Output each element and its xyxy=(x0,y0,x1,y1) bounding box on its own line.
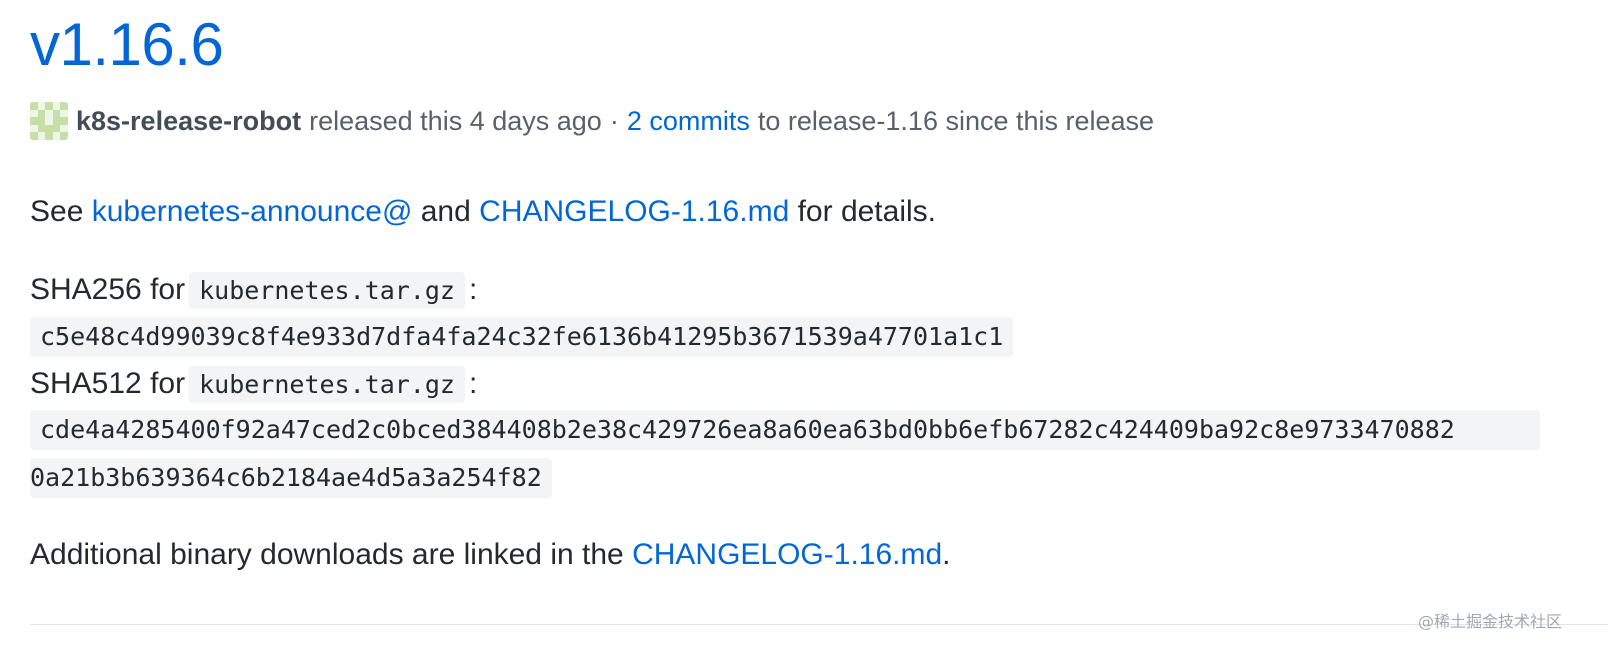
avatar-cell xyxy=(30,124,38,133)
sha256-colon: : xyxy=(468,273,478,306)
sha256-hash: c5e48c4d99039c8f4e933d7dfa4fa24c32fe6136… xyxy=(30,317,1014,357)
avatar-cell xyxy=(30,102,38,110)
changelog-link[interactable]: CHANGELOG-1.16.md xyxy=(479,195,789,228)
additional-paragraph: Additional binary downloads are linked i… xyxy=(30,535,951,575)
sha512-hash-line1: cde4a4285400f92a47ced2c0bced384408b2e38c… xyxy=(30,410,1540,450)
meta-separator: · xyxy=(609,105,619,136)
avatar-cell xyxy=(37,109,46,118)
release-meta: k8s-release-robot released this 4 days a… xyxy=(30,101,1154,141)
avatar-cell xyxy=(60,109,68,118)
and-text: and xyxy=(420,195,471,228)
sha512-hash-line2: 0a21b3b639364c6b2184ae4d5a3a254f82 xyxy=(30,458,552,498)
avatar-cell xyxy=(60,132,68,140)
avatar-cell xyxy=(60,102,68,110)
avatar-cell xyxy=(60,117,68,125)
avatar-cell xyxy=(60,124,68,133)
avatar-cell xyxy=(37,132,46,140)
avatar-cell xyxy=(45,117,53,125)
avatar-cell xyxy=(37,124,46,133)
details-suffix: for details. xyxy=(797,195,936,228)
author-link[interactable]: k8s-release-robot xyxy=(76,106,301,137)
commits-link[interactable]: 2 commits xyxy=(627,106,750,137)
avatar-cell xyxy=(52,102,61,110)
additional-changelog-link[interactable]: CHANGELOG-1.16.md xyxy=(632,538,942,571)
section-divider xyxy=(30,624,1608,625)
see-prefix: See xyxy=(30,195,84,228)
sha512-colon: : xyxy=(468,367,478,400)
sha512-file-code: kubernetes.tar.gz xyxy=(189,366,465,403)
sha256-prefix: SHA256 for xyxy=(30,273,186,306)
avatar-cell xyxy=(30,132,38,140)
released-text: released this 4 days ago xyxy=(309,105,602,136)
avatar-cell xyxy=(52,132,61,140)
avatar-cell xyxy=(30,117,38,125)
avatar-cell xyxy=(45,132,53,140)
avatar-cell xyxy=(45,109,53,118)
sha512-prefix: SHA512 for xyxy=(30,367,186,400)
sha256-label-line: SHA256 for kubernetes.tar.gz: xyxy=(30,270,477,311)
sha256-file-code: kubernetes.tar.gz xyxy=(189,272,465,309)
avatar-cell xyxy=(52,109,61,118)
see-paragraph: See kubernetes-announce@ and CHANGELOG-1… xyxy=(30,192,936,232)
avatar-cell xyxy=(30,109,38,118)
avatar-cell xyxy=(52,124,61,133)
avatar-cell xyxy=(52,117,61,125)
avatar-cell xyxy=(45,102,53,110)
release-title-link[interactable]: v1.16.6 xyxy=(30,10,224,80)
additional-prefix: Additional binary downloads are linked i… xyxy=(30,538,624,571)
avatar-cell xyxy=(37,102,46,110)
announce-link[interactable]: kubernetes-announce@ xyxy=(92,195,413,228)
commits-suffix: to release-1.16 since this release xyxy=(757,105,1155,136)
identicon-avatar[interactable] xyxy=(30,102,68,140)
avatar-cell xyxy=(45,124,53,133)
watermark: @稀土掘金技术社区 xyxy=(1417,612,1562,631)
additional-suffix: . xyxy=(942,538,951,571)
sha512-label-line: SHA512 for kubernetes.tar.gz: xyxy=(30,364,477,405)
avatar-cell xyxy=(37,117,46,125)
